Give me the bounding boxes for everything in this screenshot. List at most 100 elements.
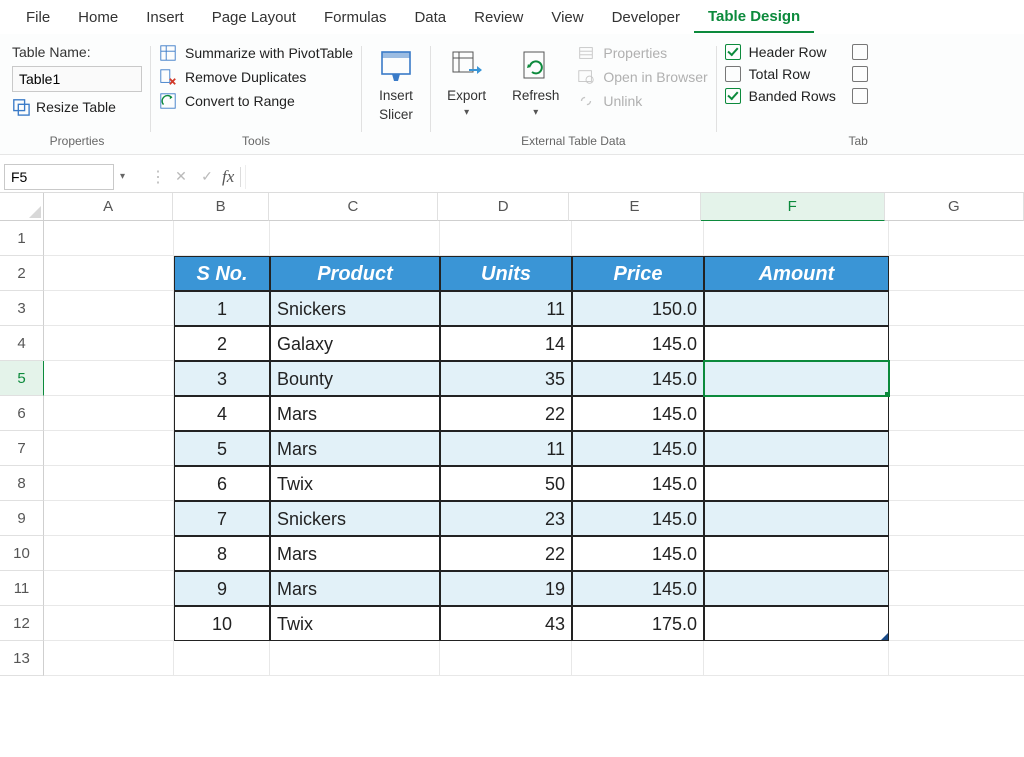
cell-C11[interactable]: Mars [270, 571, 440, 606]
cell-E1[interactable] [572, 221, 704, 256]
cell-B4[interactable]: 2 [174, 326, 270, 361]
cell-D10[interactable]: 22 [440, 536, 572, 571]
cell-C8[interactable]: Twix [270, 466, 440, 501]
row-header-13[interactable]: 13 [0, 641, 44, 676]
cell-F7[interactable] [704, 431, 889, 466]
cancel-formula-button[interactable]: ✕ [170, 168, 192, 185]
column-header-C[interactable]: C [269, 193, 438, 221]
cell-C9[interactable]: Snickers [270, 501, 440, 536]
cell-G10[interactable] [889, 536, 1024, 571]
cell-F10[interactable] [704, 536, 889, 571]
cell-G9[interactable] [889, 501, 1024, 536]
cell-D13[interactable] [440, 641, 572, 676]
cell-E6[interactable]: 145.0 [572, 396, 704, 431]
cell-G5[interactable] [889, 361, 1024, 396]
cell-E3[interactable]: 150.0 [572, 291, 704, 326]
cell-C5[interactable]: Bounty [270, 361, 440, 396]
tab-formulas[interactable]: Formulas [310, 3, 401, 32]
column-header-A[interactable]: A [44, 193, 173, 221]
column-header-G[interactable]: G [885, 193, 1024, 221]
cell-D9[interactable]: 23 [440, 501, 572, 536]
cell-A11[interactable] [44, 571, 174, 606]
cell-B3[interactable]: 1 [174, 291, 270, 326]
cell-A13[interactable] [44, 641, 174, 676]
header-row-checkbox[interactable]: Header Row [725, 44, 836, 60]
row-header-9[interactable]: 9 [0, 501, 44, 536]
cell-A1[interactable] [44, 221, 174, 256]
insert-slicer-button[interactable]: Insert Slicer [370, 44, 422, 126]
row-header-2[interactable]: 2 [0, 256, 44, 291]
cell-F13[interactable] [704, 641, 889, 676]
remove-duplicates-button[interactable]: Remove Duplicates [159, 68, 353, 86]
accept-formula-button[interactable]: ✓ [196, 168, 218, 185]
cell-E2[interactable]: Price [572, 256, 704, 291]
cell-G3[interactable] [889, 291, 1024, 326]
cell-B7[interactable]: 5 [174, 431, 270, 466]
cell-G2[interactable] [889, 256, 1024, 291]
cell-F2[interactable]: Amount [704, 256, 889, 291]
cell-D12[interactable]: 43 [440, 606, 572, 641]
cell-A12[interactable] [44, 606, 174, 641]
cell-B13[interactable] [174, 641, 270, 676]
cell-F1[interactable] [704, 221, 889, 256]
convert-to-range-button[interactable]: Convert to Range [159, 92, 353, 110]
tab-file[interactable]: File [12, 3, 64, 32]
cell-B8[interactable]: 6 [174, 466, 270, 501]
tab-table-design[interactable]: Table Design [694, 2, 814, 33]
summarize-pivottable-button[interactable]: Summarize with PivotTable [159, 44, 353, 62]
tab-view[interactable]: View [537, 3, 597, 32]
cell-A10[interactable] [44, 536, 174, 571]
column-header-B[interactable]: B [173, 193, 269, 221]
cell-F4[interactable] [704, 326, 889, 361]
tab-insert[interactable]: Insert [132, 3, 198, 32]
cell-G11[interactable] [889, 571, 1024, 606]
cell-B12[interactable]: 10 [174, 606, 270, 641]
cell-E13[interactable] [572, 641, 704, 676]
tab-page-layout[interactable]: Page Layout [198, 3, 310, 32]
tab-home[interactable]: Home [64, 3, 132, 32]
cell-D11[interactable]: 19 [440, 571, 572, 606]
total-row-checkbox[interactable]: Total Row [725, 66, 836, 82]
cell-G8[interactable] [889, 466, 1024, 501]
row-header-8[interactable]: 8 [0, 466, 44, 501]
cell-E5[interactable]: 145.0 [572, 361, 704, 396]
cell-F12[interactable] [704, 606, 889, 641]
row-header-5[interactable]: 5 [0, 361, 44, 396]
cell-D5[interactable]: 35 [440, 361, 572, 396]
column-header-D[interactable]: D [438, 193, 569, 221]
cell-D3[interactable]: 11 [440, 291, 572, 326]
row-header-11[interactable]: 11 [0, 571, 44, 606]
cell-C13[interactable] [270, 641, 440, 676]
cell-C1[interactable] [270, 221, 440, 256]
cell-F5[interactable] [704, 361, 889, 396]
banded-columns-checkbox-cut[interactable] [852, 88, 868, 104]
tab-data[interactable]: Data [400, 3, 460, 32]
row-header-7[interactable]: 7 [0, 431, 44, 466]
cell-E7[interactable]: 145.0 [572, 431, 704, 466]
cell-G1[interactable] [889, 221, 1024, 256]
cell-A9[interactable] [44, 501, 174, 536]
cell-F8[interactable] [704, 466, 889, 501]
cell-F9[interactable] [704, 501, 889, 536]
cell-C7[interactable]: Mars [270, 431, 440, 466]
row-header-12[interactable]: 12 [0, 606, 44, 641]
cell-G12[interactable] [889, 606, 1024, 641]
cell-G6[interactable] [889, 396, 1024, 431]
row-header-4[interactable]: 4 [0, 326, 44, 361]
first-column-checkbox-cut[interactable] [852, 44, 868, 60]
table-name-input[interactable] [12, 66, 142, 92]
cell-G7[interactable] [889, 431, 1024, 466]
cell-D8[interactable]: 50 [440, 466, 572, 501]
cell-B1[interactable] [174, 221, 270, 256]
cell-A3[interactable] [44, 291, 174, 326]
tab-review[interactable]: Review [460, 3, 537, 32]
fx-icon[interactable]: fx [222, 167, 241, 187]
formula-input[interactable] [245, 165, 1024, 189]
column-header-F[interactable]: F [701, 193, 885, 221]
cell-D7[interactable]: 11 [440, 431, 572, 466]
cell-B2[interactable]: S No. [174, 256, 270, 291]
cell-G4[interactable] [889, 326, 1024, 361]
cell-B11[interactable]: 9 [174, 571, 270, 606]
cell-G13[interactable] [889, 641, 1024, 676]
tab-developer[interactable]: Developer [598, 3, 694, 32]
